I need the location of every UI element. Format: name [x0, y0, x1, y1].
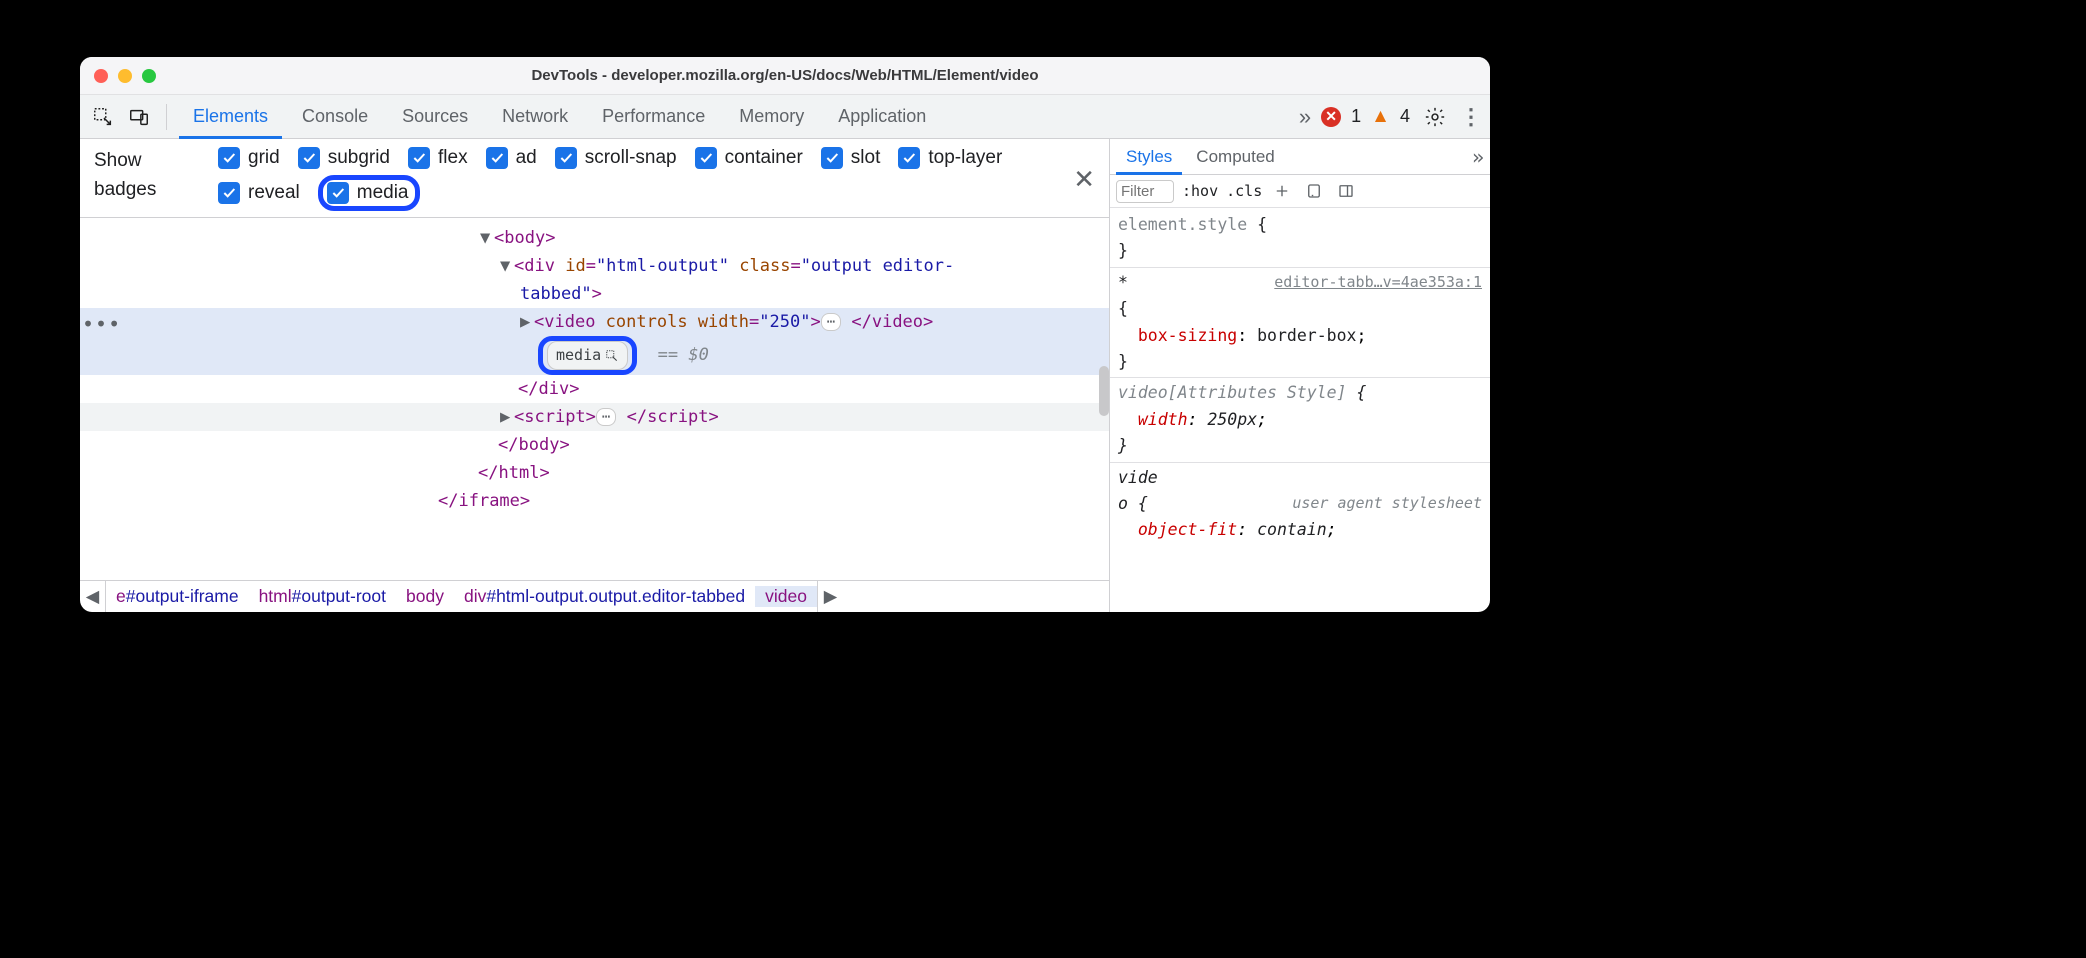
badge-container[interactable]: container [695, 147, 803, 169]
breadcrumb-item[interactable]: div#html-output.output.editor-tabbed [454, 586, 755, 607]
styles-filter-input[interactable] [1116, 180, 1174, 203]
tab-sources[interactable]: Sources [388, 95, 482, 139]
traffic-lights [80, 69, 156, 83]
badges-list: grid subgrid flex ad scroll-snap contain… [218, 147, 1059, 211]
tab-performance[interactable]: Performance [588, 95, 719, 139]
styles-tabs: Styles Computed » [1110, 139, 1490, 175]
breadcrumb-item[interactable]: body [396, 586, 454, 607]
settings-icon[interactable] [1420, 102, 1450, 132]
warning-count[interactable]: 4 [1400, 106, 1410, 127]
sidebar-toggle-icon[interactable] [1334, 179, 1358, 203]
computed-toggle-icon[interactable] [1302, 179, 1326, 203]
close-badges-icon[interactable]: ✕ [1073, 164, 1095, 195]
style-rule-element[interactable]: element.style { } [1118, 212, 1482, 265]
collapsed-content-icon[interactable]: ⋯ [596, 408, 616, 426]
badge-grid[interactable]: grid [218, 147, 280, 169]
breadcrumb-item-selected[interactable]: video [755, 586, 817, 607]
inspect-element-icon[interactable] [88, 102, 118, 132]
style-rule-universal[interactable]: * editor-tabb…v=4ae353a:1 { box-sizing: … [1118, 270, 1482, 376]
tab-application[interactable]: Application [824, 95, 940, 139]
devtools-window: DevTools - developer.mozilla.org/en-US/d… [80, 57, 1490, 612]
rule-source-ua: user agent stylesheet [1292, 491, 1482, 515]
error-count-icon[interactable]: ✕ [1321, 107, 1341, 127]
breadcrumb-left-icon[interactable]: ◀ [80, 581, 106, 613]
titlebar: DevTools - developer.mozilla.org/en-US/d… [80, 57, 1490, 95]
elements-pane: Show badges grid subgrid flex ad scroll-… [80, 139, 1110, 612]
hov-toggle[interactable]: :hov [1182, 182, 1218, 200]
badge-media[interactable]: media [327, 182, 409, 204]
dom-node-iframe-close[interactable]: </iframe> [80, 487, 1109, 515]
rule-source-link[interactable]: editor-tabb…v=4ae353a:1 [1274, 270, 1482, 294]
error-count[interactable]: 1 [1351, 106, 1361, 127]
kebab-menu-icon[interactable]: ⋮ [1460, 104, 1482, 130]
maximize-window-button[interactable] [142, 69, 156, 83]
cls-toggle[interactable]: .cls [1226, 182, 1262, 200]
collapsed-content-icon[interactable]: ⋯ [821, 313, 841, 331]
window-title: DevTools - developer.mozilla.org/en-US/d… [80, 67, 1490, 84]
badge-subgrid[interactable]: subgrid [298, 147, 390, 169]
dom-node-video-badge-line[interactable]: media == $0 [80, 336, 1109, 375]
breadcrumb-item[interactable]: html#output-root [249, 586, 396, 607]
media-badge-highlight: media [538, 336, 637, 375]
badge-scroll-snap[interactable]: scroll-snap [555, 147, 677, 169]
badge-top-layer[interactable]: top-layer [898, 147, 1002, 169]
minimize-window-button[interactable] [118, 69, 132, 83]
badge-media-highlight: media [318, 175, 420, 211]
styles-rules[interactable]: element.style { } * editor-tabb…v=4ae353… [1110, 208, 1490, 612]
style-rule-video-ua[interactable]: video user agent stylesheet { object-fit… [1118, 465, 1482, 544]
style-rule-video-attr[interactable]: video[Attributes Style] { width: 250px; … [1118, 380, 1482, 459]
breadcrumb-right-icon[interactable]: ▶ [817, 581, 843, 613]
badges-bar: Show badges grid subgrid flex ad scroll-… [80, 139, 1109, 218]
tab-elements[interactable]: Elements [179, 95, 282, 139]
dom-node-body-open[interactable]: ▼<body> [80, 224, 1109, 252]
badge-ad[interactable]: ad [486, 147, 537, 169]
scrollbar[interactable] [1099, 366, 1109, 416]
new-rule-icon[interactable] [1270, 179, 1294, 203]
dom-node-div-cont[interactable]: tabbed"> [80, 280, 1109, 308]
dom-node-div-open[interactable]: ▼<div id="html-output" class="output edi… [80, 252, 1109, 280]
tab-network[interactable]: Network [488, 95, 582, 139]
dom-node-div-close[interactable]: </div> [80, 375, 1109, 403]
badge-reveal[interactable]: reveal [218, 175, 300, 211]
badge-flex[interactable]: flex [408, 147, 468, 169]
styles-pane: Styles Computed » :hov .cls element.styl… [1110, 139, 1490, 612]
dom-node-html-close[interactable]: </html> [80, 459, 1109, 487]
console-ref: == $0 [658, 345, 709, 365]
more-styles-tabs-icon[interactable]: » [1472, 145, 1484, 169]
badge-slot[interactable]: slot [821, 147, 881, 169]
close-window-button[interactable] [94, 69, 108, 83]
dom-node-body-close[interactable]: </body> [80, 431, 1109, 459]
device-toggle-icon[interactable] [124, 102, 154, 132]
tab-console[interactable]: Console [288, 95, 382, 139]
media-badge-pill[interactable]: media [547, 341, 628, 370]
more-tabs-icon[interactable]: » [1299, 104, 1311, 130]
selection-handle-icon[interactable]: ••• [82, 308, 121, 341]
badges-label: Show badges [94, 147, 204, 204]
dom-tree[interactable]: ▼<body> ▼<div id="html-output" class="ou… [80, 218, 1109, 580]
divider [166, 104, 167, 130]
breadcrumb-item[interactable]: e#output-iframe [106, 586, 249, 607]
main-toolbar: Elements Console Sources Network Perform… [80, 95, 1490, 139]
dom-node-script[interactable]: ▶<script>⋯ </script> [80, 403, 1109, 431]
warning-count-icon[interactable]: ▲ [1371, 106, 1390, 128]
dom-node-video[interactable]: ••• ▶<video controls width="250">⋯ </vid… [80, 308, 1109, 336]
styles-filter-bar: :hov .cls [1110, 175, 1490, 208]
breadcrumb: ◀ e#output-iframe html#output-root body … [80, 580, 1109, 612]
tab-styles[interactable]: Styles [1116, 139, 1182, 175]
tab-memory[interactable]: Memory [725, 95, 818, 139]
tab-computed[interactable]: Computed [1186, 139, 1284, 175]
